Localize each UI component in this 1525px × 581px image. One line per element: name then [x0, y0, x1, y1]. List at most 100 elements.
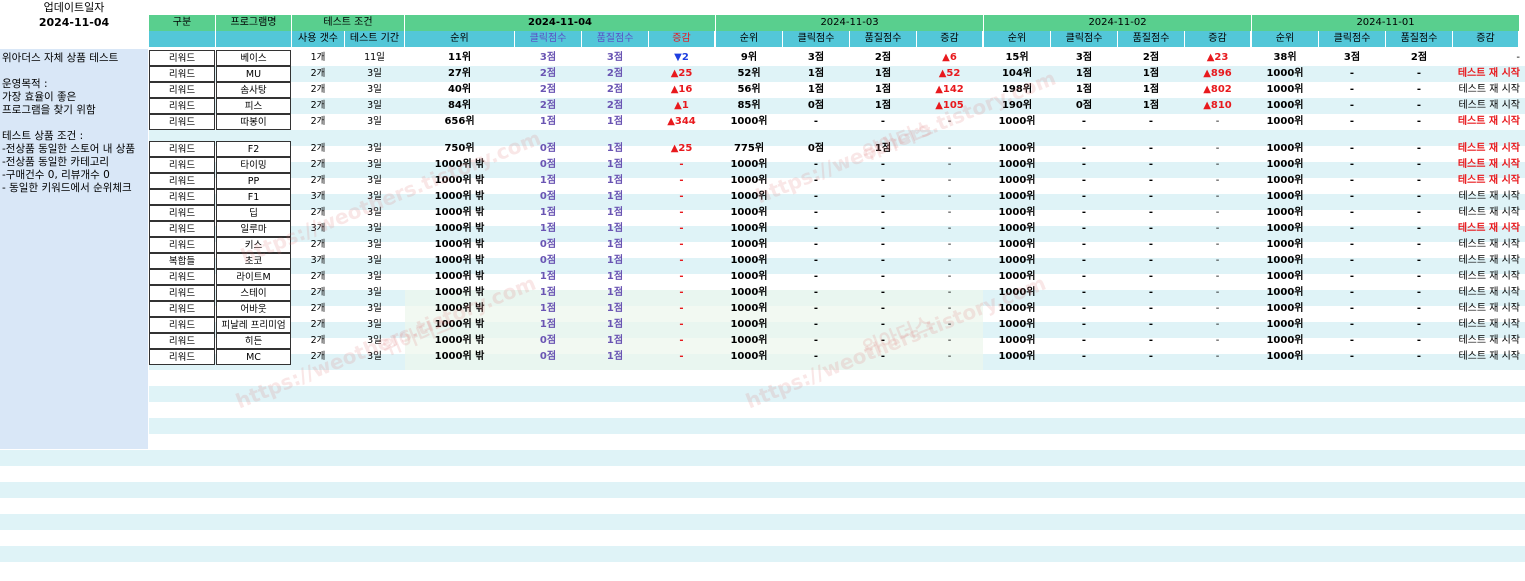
cell-d2-1[interactable]: 1000위 — [716, 301, 782, 317]
cell-period[interactable]: 3일 — [345, 333, 404, 349]
cell-d2-1[interactable]: 52위 — [716, 66, 782, 82]
cell-d4-3[interactable]: 2점 — [1386, 50, 1452, 66]
cell-d3-2[interactable]: - — [1051, 317, 1117, 333]
cell-d2-4[interactable]: ▲6 — [917, 50, 982, 66]
cell-d4-2[interactable]: - — [1319, 141, 1385, 157]
cell-cnt[interactable]: 2개 — [292, 237, 344, 253]
cell-d3-2[interactable]: - — [1051, 301, 1117, 317]
cell-d1-3[interactable]: 1점 — [582, 317, 648, 333]
cell-d2-1[interactable]: 1000위 — [716, 157, 782, 173]
cell-d2-2[interactable]: - — [783, 189, 849, 205]
cell-d1-4[interactable]: - — [649, 253, 714, 269]
cell-d3-4[interactable]: ▲896 — [1185, 66, 1250, 82]
cell-d3-2[interactable]: - — [1051, 333, 1117, 349]
cell-cnt[interactable]: 2개 — [292, 301, 344, 317]
cell-d3-1[interactable]: 1000위 — [984, 269, 1050, 285]
cell-d3-2[interactable]: - — [1051, 173, 1117, 189]
cell-cat[interactable]: 리워드 — [149, 189, 215, 205]
cell-d4-1[interactable]: 1000위 — [1252, 114, 1318, 130]
cell-d2-1[interactable]: 9위 — [716, 50, 782, 66]
cell-d3-4[interactable]: - — [1185, 141, 1250, 157]
cell-d3-3[interactable]: 2점 — [1118, 50, 1184, 66]
cell-prog[interactable]: 히든 — [216, 333, 291, 349]
cell-d4-4[interactable]: 테스트 재 시작 — [1453, 317, 1522, 333]
cell-d2-2[interactable]: - — [783, 269, 849, 285]
cell-d3-1[interactable]: 198위 — [984, 82, 1050, 98]
cell-d2-4[interactable]: - — [917, 157, 982, 173]
cell-prog[interactable]: 초코 — [216, 253, 291, 269]
cell-period[interactable]: 3일 — [345, 98, 404, 114]
cell-d4-4[interactable]: 테스트 재 시작 — [1453, 98, 1522, 114]
cell-d4-2[interactable]: - — [1319, 253, 1385, 269]
cell-cnt[interactable]: 3개 — [292, 189, 344, 205]
cell-d3-4[interactable]: - — [1185, 189, 1250, 205]
cell-d1-4[interactable]: ▲344 — [649, 114, 714, 130]
cell-d3-4[interactable]: ▲23 — [1185, 50, 1250, 66]
cell-d4-4[interactable]: 테스트 재 시작 — [1453, 237, 1522, 253]
cell-d2-3[interactable]: - — [850, 173, 916, 189]
cell-d1-4[interactable]: ▲1 — [649, 98, 714, 114]
cell-d4-3[interactable]: - — [1386, 98, 1452, 114]
cell-prog[interactable]: 키스 — [216, 237, 291, 253]
cell-d2-1[interactable]: 1000위 — [716, 237, 782, 253]
cell-d1-4[interactable]: - — [649, 237, 714, 253]
cell-d2-2[interactable]: - — [783, 237, 849, 253]
cell-d2-4[interactable]: - — [917, 114, 982, 130]
cell-d1-1[interactable]: 1000위 밖 — [405, 205, 514, 221]
cell-cnt[interactable]: 2개 — [292, 66, 344, 82]
cell-d2-1[interactable]: 1000위 — [716, 317, 782, 333]
cell-d2-2[interactable]: - — [783, 301, 849, 317]
cell-d2-3[interactable]: 1점 — [850, 66, 916, 82]
cell-cat[interactable]: 리워드 — [149, 285, 215, 301]
cell-d3-3[interactable]: - — [1118, 141, 1184, 157]
cell-d4-2[interactable]: - — [1319, 114, 1385, 130]
cell-d4-1[interactable]: 1000위 — [1252, 82, 1318, 98]
cell-d4-1[interactable]: 1000위 — [1252, 301, 1318, 317]
cell-d1-3[interactable]: 1점 — [582, 237, 648, 253]
cell-d2-3[interactable]: - — [850, 333, 916, 349]
cell-period[interactable]: 3일 — [345, 317, 404, 333]
cell-d4-3[interactable]: - — [1386, 317, 1452, 333]
cell-d3-2[interactable]: - — [1051, 253, 1117, 269]
cell-d1-4[interactable]: - — [649, 189, 714, 205]
cell-d2-1[interactable]: 1000위 — [716, 349, 782, 365]
cell-d4-1[interactable]: 1000위 — [1252, 317, 1318, 333]
cell-d1-3[interactable]: 2점 — [582, 82, 648, 98]
cell-d4-2[interactable]: - — [1319, 82, 1385, 98]
cell-d1-1[interactable]: 1000위 밖 — [405, 253, 514, 269]
cell-d4-4[interactable]: 테스트 재 시작 — [1453, 157, 1522, 173]
cell-period[interactable]: 3일 — [345, 237, 404, 253]
cell-d1-4[interactable]: - — [649, 173, 714, 189]
cell-d3-3[interactable]: - — [1118, 237, 1184, 253]
cell-d3-3[interactable]: - — [1118, 173, 1184, 189]
cell-period[interactable]: 3일 — [345, 114, 404, 130]
cell-d4-3[interactable]: - — [1386, 157, 1452, 173]
cell-d2-2[interactable]: 3점 — [783, 50, 849, 66]
cell-d1-3[interactable]: 1점 — [582, 205, 648, 221]
cell-d2-3[interactable]: - — [850, 349, 916, 365]
cell-d4-2[interactable]: - — [1319, 66, 1385, 82]
cell-prog[interactable]: 솜사탕 — [216, 82, 291, 98]
cell-d1-2[interactable]: 1점 — [515, 317, 581, 333]
cell-cnt[interactable]: 1개 — [292, 50, 344, 66]
cell-d3-3[interactable]: - — [1118, 221, 1184, 237]
cell-period[interactable]: 3일 — [345, 157, 404, 173]
cell-d3-3[interactable]: - — [1118, 189, 1184, 205]
cell-cnt[interactable]: 2개 — [292, 157, 344, 173]
cell-d4-2[interactable]: - — [1319, 173, 1385, 189]
cell-d2-2[interactable]: - — [783, 221, 849, 237]
cell-d1-3[interactable]: 1점 — [582, 301, 648, 317]
cell-d3-3[interactable]: - — [1118, 285, 1184, 301]
cell-d4-4[interactable]: - — [1453, 50, 1522, 66]
cell-d4-4[interactable]: 테스트 재 시작 — [1453, 301, 1522, 317]
cell-period[interactable]: 3일 — [345, 189, 404, 205]
cell-d4-4[interactable]: 테스트 재 시작 — [1453, 141, 1522, 157]
cell-d4-1[interactable]: 1000위 — [1252, 253, 1318, 269]
cell-d1-2[interactable]: 1점 — [515, 269, 581, 285]
cell-d2-1[interactable]: 1000위 — [716, 173, 782, 189]
cell-d2-4[interactable]: - — [917, 237, 982, 253]
cell-cat[interactable]: 리워드 — [149, 141, 215, 157]
cell-d1-1[interactable]: 1000위 밖 — [405, 157, 514, 173]
cell-prog[interactable]: 타이밍 — [216, 157, 291, 173]
cell-d3-4[interactable]: - — [1185, 253, 1250, 269]
